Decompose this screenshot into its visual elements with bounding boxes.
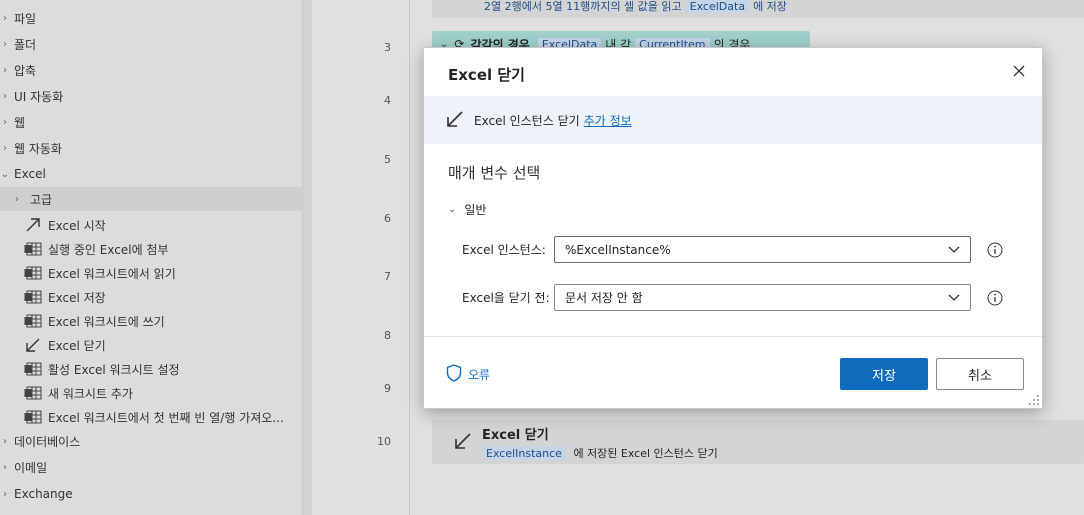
chevron-down-icon: ⌄ <box>448 204 457 215</box>
divider <box>424 336 1042 337</box>
field-excel-instance: Excel 인스턴스: %ExcelInstance% <box>462 236 1003 263</box>
chevron-down-icon <box>948 291 960 305</box>
section-label: 일반 <box>464 203 487 217</box>
section-general-toggle[interactable]: ⌄ 일반 <box>448 201 486 218</box>
field-label: Excel 인스턴스: <box>462 243 546 257</box>
info-icon[interactable] <box>987 290 1003 306</box>
field-before-close: Excel을 닫기 전: 문서 저장 안 함 <box>462 284 1003 311</box>
save-button[interactable]: 저장 <box>840 358 928 390</box>
errors-link[interactable]: 오류 <box>446 364 490 385</box>
parameters-heading: 매개 변수 선택 <box>448 164 541 182</box>
cancel-button[interactable]: 취소 <box>936 358 1024 390</box>
close-excel-dialog: Excel 닫기 Excel 인스턴스 닫기 추가 정보 매개 변수 선택 ⌄ … <box>423 47 1043 409</box>
field-label: Excel을 닫기 전: <box>462 291 550 305</box>
dialog-title: Excel 닫기 <box>448 66 525 84</box>
before-close-select[interactable]: 문서 저장 안 함 <box>554 284 971 311</box>
chevron-down-icon <box>948 243 960 257</box>
excel-instance-select[interactable]: %ExcelInstance% <box>554 236 971 263</box>
action-info-bar: Excel 인스턴스 닫기 추가 정보 <box>424 96 1042 144</box>
info-icon[interactable] <box>987 242 1003 258</box>
shield-icon <box>446 364 462 385</box>
action-description: Excel 인스턴스 닫기 <box>474 113 580 128</box>
more-info-link[interactable]: 추가 정보 <box>584 112 632 129</box>
resize-grip-icon[interactable] <box>1028 394 1040 406</box>
close-icon[interactable] <box>1010 62 1028 80</box>
arrow-down-left-icon <box>446 110 464 130</box>
